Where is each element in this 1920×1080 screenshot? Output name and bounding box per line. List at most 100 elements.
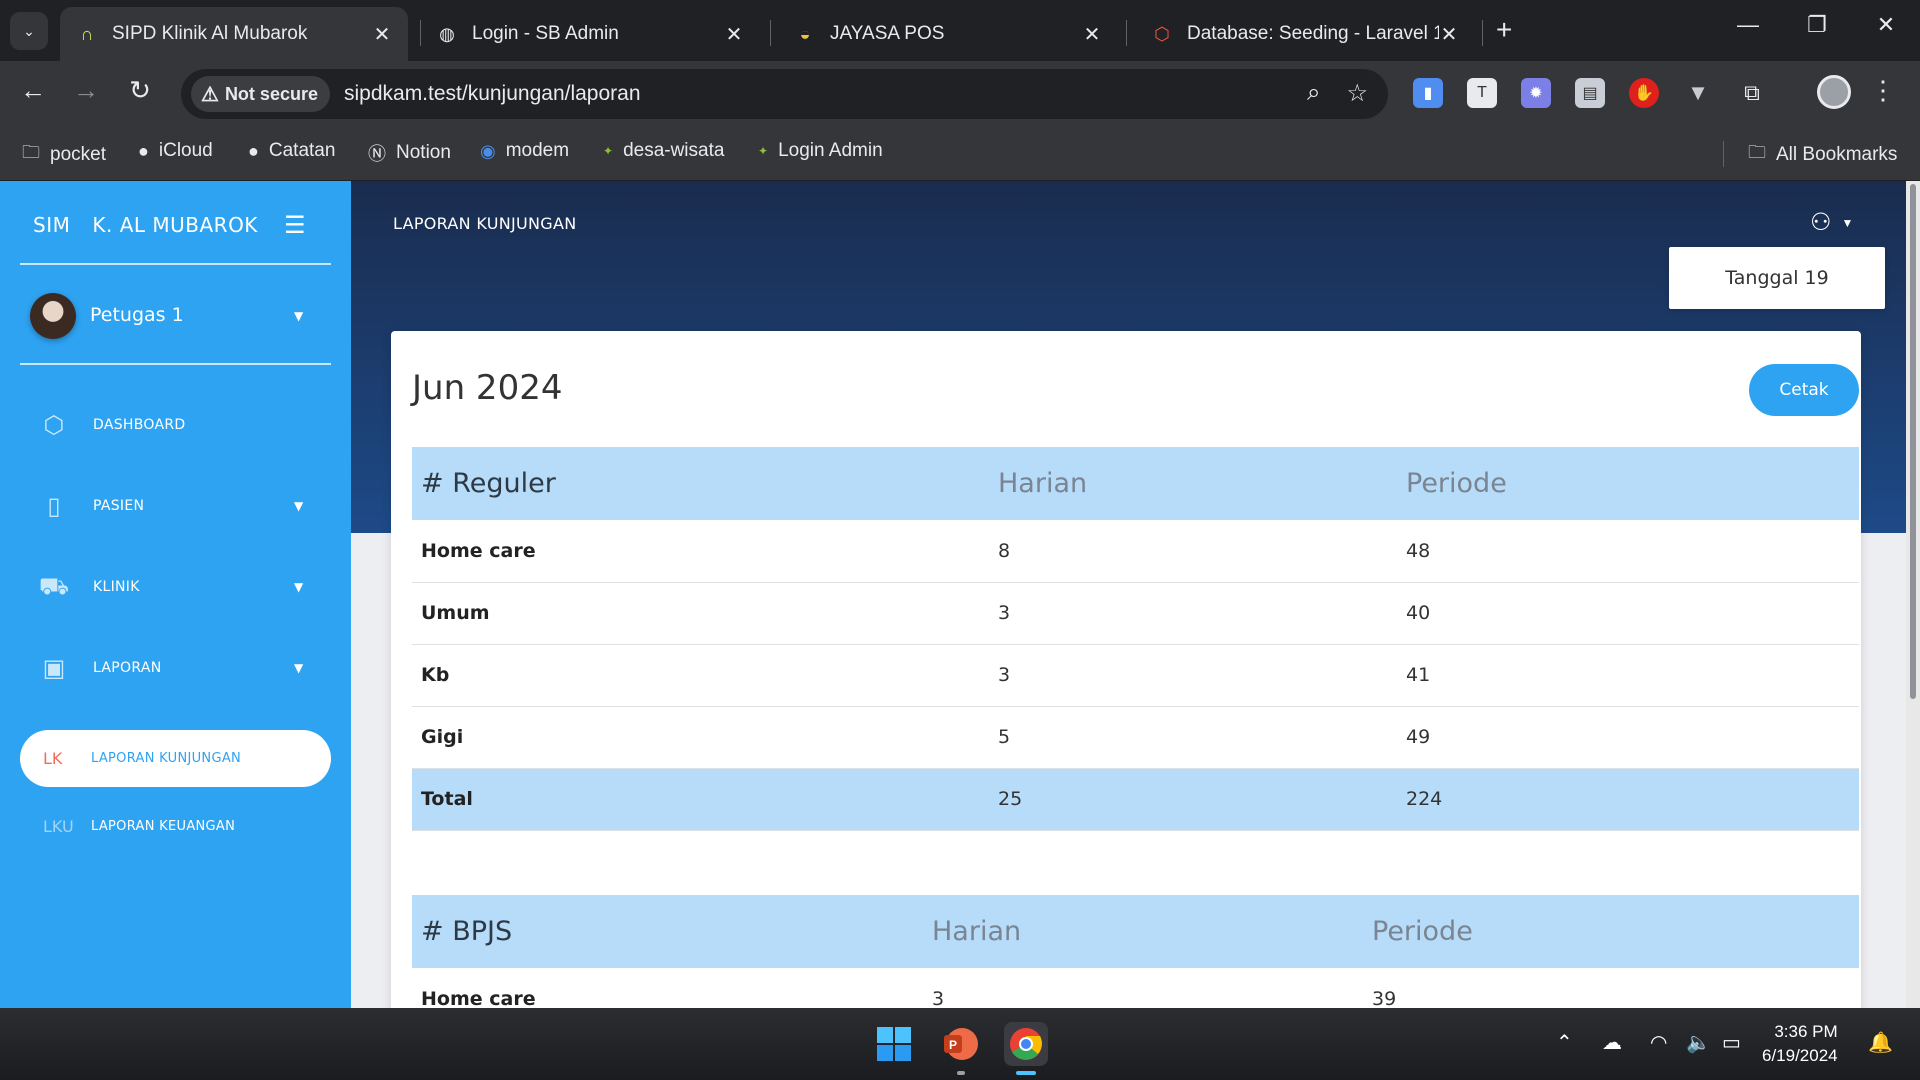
all-bookmarks[interactable]: 🗀 All Bookmarks [1748, 140, 1897, 170]
sidebar-item-klinik[interactable]: ⛟ KLINIK ▼ [0, 557, 351, 617]
periode-cell: 41 [1397, 644, 1859, 707]
extension-gear-icon[interactable]: ✹ [1521, 78, 1551, 108]
security-chip[interactable]: ⚠ Not secure [191, 76, 330, 112]
apple-icon: ● [248, 140, 259, 161]
tab-search-button[interactable]: ⌄ [10, 12, 48, 50]
onedrive-cloud-icon[interactable]: ☁ [1602, 1030, 1622, 1055]
bookmark-pocket[interactable]: 🗀 pocket [22, 140, 106, 170]
chevron-down-icon: ▼ [294, 499, 304, 513]
battery-icon[interactable]: ▭ [1722, 1030, 1741, 1055]
extension-docs-icon[interactable]: ▮ [1413, 78, 1443, 108]
extension-print-icon[interactable]: ▤ [1575, 78, 1605, 108]
browser-menu-icon[interactable]: ⋮ [1870, 75, 1896, 106]
close-tab-icon[interactable]: ✕ [1082, 22, 1102, 47]
user-icon: ⚇ [1810, 209, 1832, 236]
print-button[interactable]: Cetak [1749, 364, 1859, 416]
extensions-puzzle-icon[interactable]: ⧉ [1737, 78, 1767, 108]
bookmark-catatan[interactable]: ● Catatan [248, 140, 335, 162]
close-tab-icon[interactable]: ✕ [1439, 22, 1459, 47]
powerpoint-icon[interactable]: P [938, 1022, 982, 1066]
bookmark-modem[interactable]: ◉ modem [480, 140, 569, 162]
chevron-down-icon[interactable]: ▼ [294, 309, 303, 323]
tab-title: Login - SB Admin [472, 23, 619, 44]
date-filter[interactable]: Tanggal 19 [1669, 247, 1885, 309]
sidebar-subitem-laporan-keuangan[interactable]: LKU LAPORAN KEUANGAN [20, 798, 331, 855]
bookmark-label: modem [505, 140, 570, 161]
chevron-down-icon: ▼ [1841, 215, 1854, 230]
brand[interactable]: SIM K. AL MUBAROK [33, 213, 258, 237]
sidebar: SIM K. AL MUBAROK ☰ Petugas 1 ▼ ⬡ DASHBO… [0, 181, 351, 1008]
url-text[interactable]: sipdkam.test/kunjungan/laporan [344, 82, 641, 106]
row-label: Home care [412, 520, 989, 583]
bookmark-star-icon[interactable]: ☆ [1346, 79, 1368, 108]
row-label: Total [412, 768, 989, 831]
wifi-icon[interactable]: ◠ [1650, 1030, 1667, 1055]
bookmark-label: Catatan [268, 140, 336, 161]
ambulance-icon: ⛟ [38, 571, 70, 600]
table-row: Umum 3 40 [412, 582, 1859, 645]
harian-cell: 3 [923, 968, 1363, 1008]
volume-icon[interactable]: 🔈 [1686, 1030, 1711, 1055]
harian-cell: 8 [989, 520, 1397, 583]
bookmark-login-admin[interactable]: ✦ Login Admin [758, 140, 883, 162]
harian-cell: 3 [989, 644, 1397, 707]
bookmark-icloud[interactable]: ● iCloud [138, 140, 213, 162]
security-label: Not secure [224, 83, 318, 104]
menu-toggle-icon[interactable]: ☰ [284, 211, 306, 239]
extension-adblock-icon[interactable]: ✋ [1629, 78, 1659, 108]
bookmarks-bar: 🗀 pocket ● iCloud ● Catatan Ⓝ Notion ◉ modem … [0, 127, 1920, 181]
restore-icon[interactable]: ❐ [1797, 12, 1837, 38]
pos-logo-icon: ◒ [799, 23, 811, 44]
sidebar-item-pasien[interactable]: ▯ PASIEN ▼ [0, 476, 351, 536]
tab-login-sb-admin[interactable]: ◍ Login - SB Admin ✕ [420, 7, 760, 61]
bookmark-notion[interactable]: Ⓝ Notion [368, 140, 451, 166]
user-name[interactable]: Petugas 1 [90, 304, 184, 326]
periode-cell: 224 [1397, 768, 1859, 831]
running-indicator [957, 1071, 965, 1075]
address-bar[interactable]: ⚠ Not secure sipdkam.test/kunjungan/lapo… [181, 69, 1388, 119]
sidebar-item-dashboard[interactable]: ⬡ DASHBOARD [0, 395, 351, 455]
chrome-icon[interactable] [1004, 1022, 1048, 1066]
svg-text:P: P [949, 1038, 957, 1052]
table-header-cell: Periode [1397, 447, 1859, 520]
book-icon: ▯ [47, 492, 61, 520]
extension-vue-icon[interactable]: ▼ [1683, 78, 1713, 108]
scrollbar-thumb[interactable] [1910, 184, 1916, 699]
minimize-icon[interactable]: — [1728, 12, 1768, 38]
bookmark-label: pocket [50, 144, 106, 165]
back-icon[interactable]: ← [15, 75, 51, 106]
close-window-icon[interactable]: ✕ [1866, 12, 1906, 38]
bookmark-desa-wisata[interactable]: ✦ desa-wisata [603, 140, 724, 162]
close-tab-icon[interactable]: ✕ [724, 22, 744, 47]
tab-laravel-seeding[interactable]: ⬡ Database: Seeding - Laravel 11. ✕ [1135, 7, 1475, 61]
reguler-table: # Reguler Harian Periode Home care 8 48 … [412, 447, 1859, 831]
table-row: Gigi 5 49 [412, 706, 1859, 769]
new-tab-button[interactable]: + [1496, 14, 1512, 46]
reload-icon[interactable]: ↻ [122, 75, 158, 106]
cube-icon: ⬡ [43, 411, 65, 439]
leaf-icon: ✦ [758, 144, 769, 158]
web-page: SIM K. AL MUBAROK ☰ Petugas 1 ▼ ⬡ DASHBO… [0, 181, 1920, 1008]
sidebar-item-laporan[interactable]: ▣ LAPORAN ▼ [0, 638, 351, 698]
table-header-cell: # BPJS [412, 895, 923, 968]
user-menu[interactable]: ⚇ ▼ [1810, 208, 1853, 237]
profile-avatar[interactable] [1817, 75, 1851, 109]
row-label: Gigi [412, 706, 989, 769]
avatar[interactable] [30, 293, 76, 339]
tab-sipd-klinik[interactable]: ∩ SIPD Klinik Al Mubarok ✕ [60, 7, 408, 61]
periode-cell: 40 [1397, 582, 1859, 645]
bookmark-label: iCloud [158, 140, 213, 161]
close-tab-icon[interactable]: ✕ [372, 22, 392, 47]
sidebar-subitem-laporan-kunjungan[interactable]: LK LAPORAN KUNJUNGAN [20, 730, 331, 787]
extension-text-icon[interactable]: T [1467, 78, 1497, 108]
taskbar-clock[interactable]: 3:36 PM 6/19/2024 [1762, 1020, 1838, 1068]
laravel-icon: ⬡ [1154, 23, 1170, 44]
chevron-up-icon[interactable]: ⌃ [1556, 1030, 1573, 1055]
notification-bell-icon[interactable]: 🔔 [1868, 1030, 1893, 1055]
windows-start-icon[interactable] [872, 1022, 916, 1066]
zoom-icon[interactable]: ⌕ [1307, 79, 1320, 108]
clock-time: 3:36 PM [1774, 1022, 1838, 1041]
tab-jayasa-pos[interactable]: ◒ JAYASA POS ✕ [778, 7, 1118, 61]
forward-icon[interactable]: → [68, 75, 104, 106]
page-scrollbar[interactable] [1906, 181, 1920, 1008]
